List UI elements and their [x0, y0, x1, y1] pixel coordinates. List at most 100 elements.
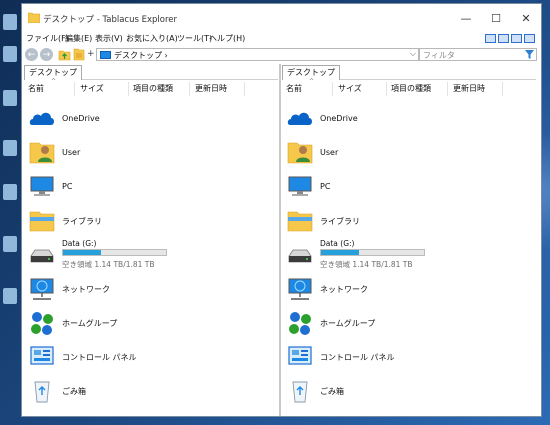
minimize-button[interactable]: — [451, 4, 481, 32]
filter-input[interactable]: フィルタ [419, 48, 537, 61]
column-separator[interactable] [386, 82, 387, 96]
window-title: デスクトップ - Tablacus Explorer [43, 15, 178, 25]
list-item[interactable]: Data (G:) 空き領域 1.14 TB/1.81 TB [24, 238, 278, 272]
menu-tools[interactable]: ツール(T) [177, 33, 212, 44]
column-header: 名前 ^ サイズ 項目の種類 更新日時 [24, 78, 278, 96]
menu-file[interactable]: ファイル(F) [26, 33, 69, 44]
item-label: User [320, 148, 339, 157]
desktop-icon [100, 51, 111, 59]
desktop-shortcut-icon[interactable] [3, 140, 17, 156]
list-item[interactable]: User [282, 136, 536, 170]
layout-quad-icon[interactable] [524, 34, 535, 43]
item-label: ごみ箱 [62, 387, 86, 396]
layout-vertical-icon[interactable] [511, 34, 522, 43]
column-separator[interactable] [189, 82, 190, 96]
column-type[interactable]: 項目の種類 [133, 82, 173, 96]
item-label: OneDrive [62, 114, 100, 123]
column-separator[interactable] [332, 82, 333, 96]
item-label: PC [320, 182, 331, 191]
right-pane: デスクトップ 名前 ^ サイズ 項目の種類 更新日時 OneDrive User… [282, 64, 536, 416]
list-item[interactable]: コントロール パネル [24, 340, 278, 374]
tab-strip: デスクトップ [24, 64, 278, 80]
menu-edit[interactable]: 編集(E) [65, 33, 92, 44]
user-folder-icon [287, 142, 313, 164]
close-button[interactable]: ✕ [511, 4, 541, 32]
list-item[interactable]: ホームグループ [282, 306, 536, 340]
menu-help[interactable]: ヘルプ(H) [209, 33, 245, 44]
list-item[interactable]: ネットワーク [24, 272, 278, 306]
control-panel-icon [30, 346, 54, 365]
column-separator[interactable] [244, 82, 245, 96]
maximize-button[interactable]: ☐ [481, 4, 511, 32]
layout-horizontal-icon[interactable] [498, 34, 509, 43]
pc-icon [288, 176, 312, 196]
desktop-shortcut-icon[interactable] [3, 236, 17, 252]
list-item[interactable]: PC [24, 170, 278, 204]
address-path: デスクトップ › [114, 51, 168, 60]
column-date[interactable]: 更新日時 [453, 82, 485, 96]
recycle-bin-icon [34, 381, 50, 403]
desktop-shortcut-icon[interactable] [3, 90, 17, 106]
desktop-shortcut-icon[interactable] [3, 14, 17, 30]
back-button[interactable]: ← [25, 48, 38, 61]
layout-single-icon[interactable] [485, 34, 496, 43]
menu-view[interactable]: 表示(V) [95, 33, 123, 44]
control-panel-icon [288, 346, 312, 365]
new-tab-icon[interactable]: + [87, 49, 95, 59]
column-separator[interactable] [447, 82, 448, 96]
drive-label: Data (G:) [62, 239, 97, 248]
list-item[interactable]: Data (G:) 空き領域 1.14 TB/1.81 TB [282, 238, 536, 272]
list-item[interactable]: ライブラリ [282, 204, 536, 238]
item-label: OneDrive [320, 114, 358, 123]
list-item[interactable]: ネットワーク [282, 272, 536, 306]
menu-favorites[interactable]: お気に入り(A) [126, 33, 178, 44]
drive-icon [288, 249, 312, 263]
list-item[interactable]: コントロール パネル [282, 340, 536, 374]
list-item[interactable]: PC [282, 170, 536, 204]
desktop-shortcut-icon[interactable] [3, 46, 17, 62]
column-name[interactable]: 名前 [28, 82, 44, 96]
list-item[interactable]: User [24, 136, 278, 170]
column-separator[interactable] [74, 82, 75, 96]
up-folder-icon[interactable] [58, 48, 71, 61]
filter-icon[interactable] [525, 50, 534, 59]
item-label: ネットワーク [62, 285, 110, 294]
column-type[interactable]: 項目の種類 [391, 82, 431, 96]
pane-splitter[interactable] [279, 64, 281, 416]
column-separator[interactable] [502, 82, 503, 96]
library-icon [29, 211, 55, 232]
column-separator[interactable] [128, 82, 129, 96]
explorer-window: デスクトップ - Tablacus Explorer — ☐ ✕ ファイル(F)… [21, 3, 542, 417]
column-name[interactable]: 名前 [286, 82, 302, 96]
list-item[interactable]: ライブラリ [24, 204, 278, 238]
forward-button[interactable]: → [40, 48, 53, 61]
filter-placeholder: フィルタ [423, 51, 455, 60]
item-label: ネットワーク [320, 285, 368, 294]
list-item[interactable]: ホームグループ [24, 306, 278, 340]
desktop-shortcut-icon[interactable] [3, 184, 17, 200]
left-pane: デスクトップ 名前 ^ サイズ 項目の種類 更新日時 OneDrive User… [24, 64, 278, 416]
column-date[interactable]: 更新日時 [195, 82, 227, 96]
list-item[interactable]: ごみ箱 [24, 374, 278, 408]
address-bar[interactable]: デスクトップ › ⌵ [96, 48, 419, 61]
column-size[interactable]: サイズ [80, 82, 104, 96]
list-item[interactable]: OneDrive [24, 102, 278, 136]
folder-tree-icon[interactable] [73, 48, 85, 61]
item-label: ホームグループ [320, 319, 376, 328]
column-size[interactable]: サイズ [338, 82, 362, 96]
chevron-down-icon[interactable]: ⌵ [410, 49, 416, 59]
title-bar[interactable]: デスクトップ - Tablacus Explorer — ☐ ✕ [22, 4, 541, 32]
item-label: ホームグループ [62, 319, 118, 328]
homegroup-icon [31, 312, 53, 335]
list-item[interactable]: OneDrive [282, 102, 536, 136]
item-label: ライブラリ [62, 217, 102, 226]
item-label: コントロール パネル [62, 353, 137, 362]
list-item[interactable]: ごみ箱 [282, 374, 536, 408]
toolbar: ← → + デスクトップ › ⌵ フィルタ [22, 46, 541, 64]
drive-usage-fill [63, 250, 102, 255]
item-label: ライブラリ [320, 217, 360, 226]
desktop-shortcut-icon[interactable] [3, 288, 17, 304]
onedrive-icon [287, 112, 312, 125]
column-header: 名前 ^ サイズ 項目の種類 更新日時 [282, 78, 536, 96]
item-label: コントロール パネル [320, 353, 395, 362]
